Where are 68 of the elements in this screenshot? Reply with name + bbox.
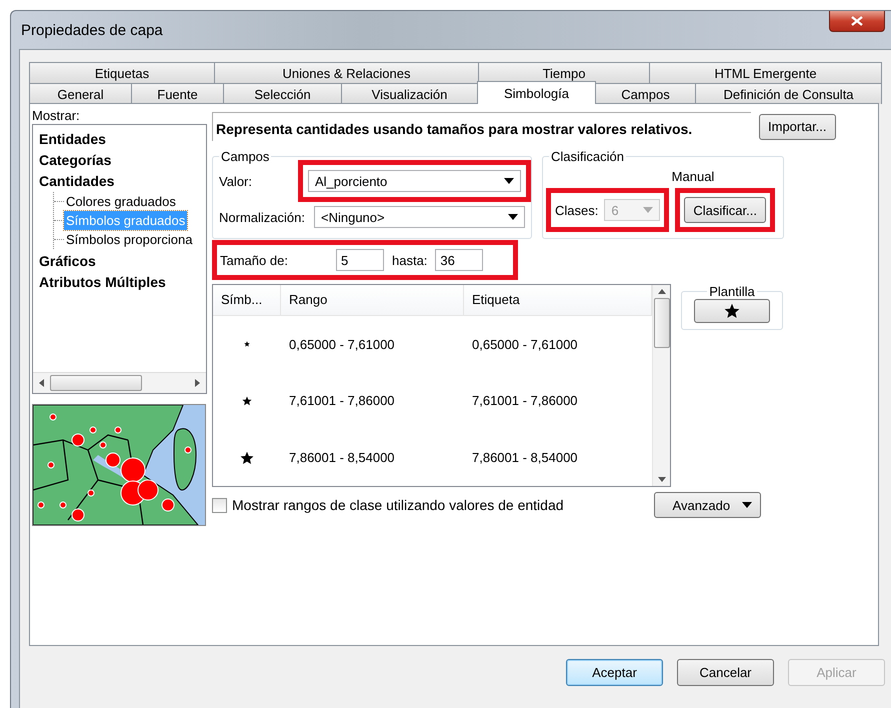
size-to-label: hasta: <box>392 252 428 268</box>
left-arrow-icon[interactable] <box>39 379 44 387</box>
group-title: Plantilla <box>708 284 756 299</box>
close-button[interactable] <box>829 10 885 32</box>
size-to-input[interactable]: 36 <box>435 249 484 271</box>
tree-item[interactable]: Atributos Múltiples <box>39 272 206 293</box>
right-arrow-icon[interactable] <box>195 379 200 387</box>
advanced-button[interactable]: Avanzado <box>654 492 761 518</box>
normalization-dropdown[interactable]: <Ninguno> <box>314 206 525 228</box>
label-cell-text: 7,86001 - 8,54000 <box>471 450 579 466</box>
tab[interactable]: Definición de Consulta <box>695 83 882 104</box>
label-cell-text: 7,61001 - 7,86000 <box>471 393 579 408</box>
star-icon <box>724 303 740 319</box>
tree-item[interactable]: Categorías <box>39 150 206 171</box>
tab[interactable]: Tiempo <box>478 62 650 83</box>
group-title: Clasificación <box>550 149 625 164</box>
import-button[interactable]: Importar... <box>759 114 836 140</box>
value-label: Valor: <box>219 174 253 188</box>
column-header[interactable]: Símb... <box>213 285 281 315</box>
caret-icon <box>742 502 752 508</box>
classify-button[interactable]: Clasificar... <box>684 197 766 223</box>
tab[interactable]: Visualización <box>341 83 478 104</box>
column-header[interactable]: Rango <box>281 285 464 315</box>
size-from-label: Tamaño de: <box>220 252 289 268</box>
tree-item[interactable]: Cantidades <box>39 171 206 192</box>
vertical-scrollbar[interactable] <box>652 285 670 486</box>
checkbox-label: Mostrar rangos de clase utilizando valores de entidad <box>232 497 564 513</box>
tree-item[interactable]: Colores graduados <box>64 192 178 211</box>
description-text: Representa cantidades usando tamaños para mostrar valores relativos. <box>212 112 751 141</box>
tab[interactable]: Etiquetas <box>29 62 215 83</box>
normalization-label: Normalización: <box>219 210 306 224</box>
range-cell-text: 0,65000 - 7,61000 <box>288 336 396 352</box>
tree-item[interactable]: Símbolos proporciona <box>64 230 194 249</box>
horizontal-scrollbar[interactable] <box>33 372 206 393</box>
value-dropdown[interactable]: Al_porciento <box>308 170 521 192</box>
window-title: Propiedades de capa <box>21 22 163 38</box>
caret-icon <box>508 214 518 220</box>
checkbox[interactable] <box>212 498 227 512</box>
range-cell-text: 7,61001 - 7,86000 <box>288 393 396 408</box>
star-icon <box>244 341 250 348</box>
tab[interactable]: Simbología <box>477 81 596 104</box>
size-from-input[interactable]: 5 <box>336 249 384 271</box>
range-cell-text: 7,86001 - 8,54000 <box>288 450 396 466</box>
tab[interactable]: Selección <box>223 83 342 104</box>
dialog-button[interactable]: Cancelar <box>677 659 774 686</box>
tab[interactable]: Fuente <box>131 83 224 104</box>
caret-icon <box>504 178 514 184</box>
star-icon <box>242 396 252 406</box>
template-button[interactable] <box>694 299 770 323</box>
scroll-thumb[interactable] <box>654 298 670 348</box>
close-icon <box>851 16 863 26</box>
star-icon <box>240 450 254 465</box>
dialog-button[interactable]: Aceptar <box>566 659 663 686</box>
scroll-thumb[interactable] <box>50 375 142 391</box>
method-text: Manual <box>670 168 716 186</box>
tab[interactable]: HTML Emergente <box>649 62 882 83</box>
tree-item[interactable]: Entidades <box>39 129 206 150</box>
tree-item[interactable]: Gráficos <box>39 251 206 272</box>
label-cell-text: 0,65000 - 7,61000 <box>471 336 579 352</box>
up-arrow-icon[interactable] <box>658 289 666 294</box>
tab[interactable]: Campos <box>595 83 696 104</box>
classes-label: Clases: <box>555 202 598 218</box>
show-label: Mostrar: <box>32 108 81 123</box>
caret-icon <box>643 207 654 213</box>
group-title: Campos <box>220 149 270 164</box>
down-arrow-icon[interactable] <box>658 477 666 482</box>
tab[interactable]: Uniones & Relaciones <box>214 62 479 83</box>
tab[interactable]: General <box>29 83 132 104</box>
